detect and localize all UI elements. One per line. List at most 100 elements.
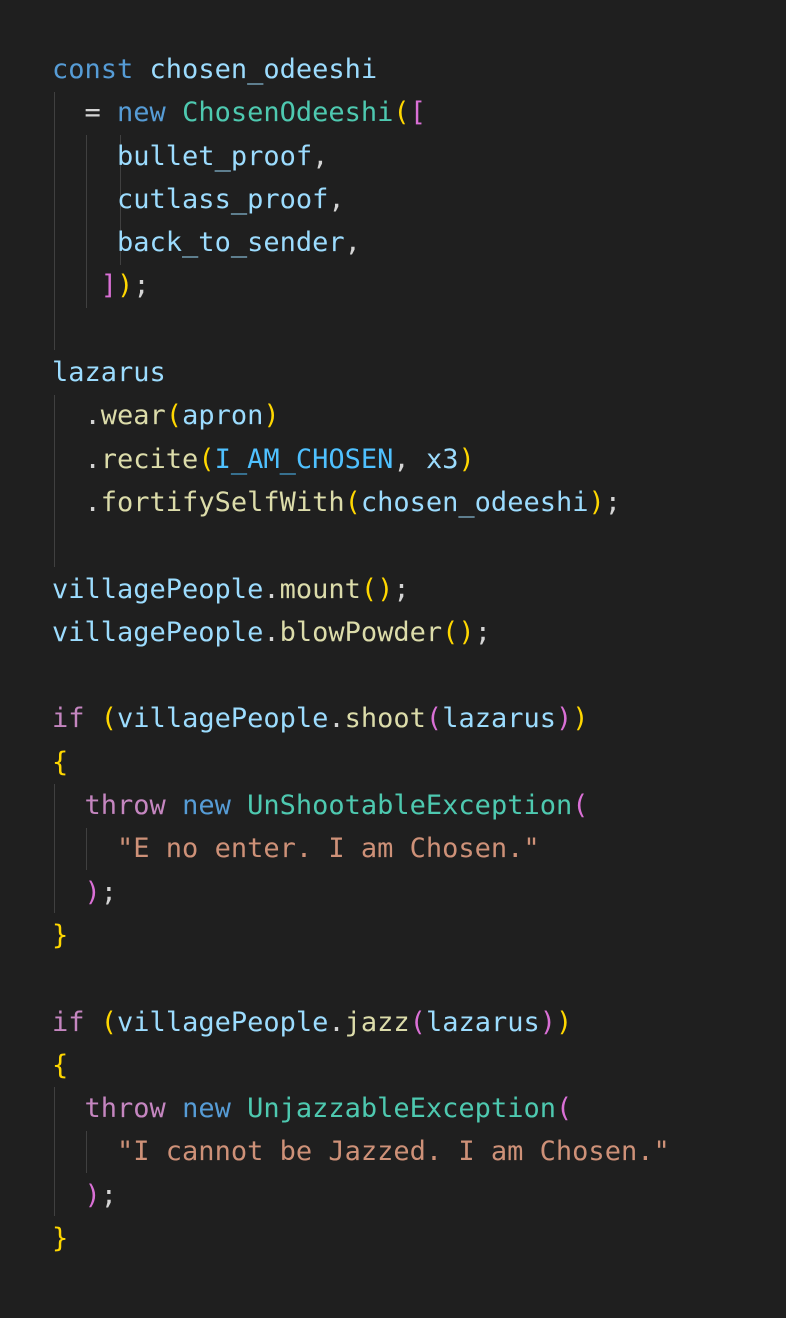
code-token: ) <box>458 443 475 475</box>
code-line[interactable]: } <box>52 914 670 957</box>
code-token: UnjazzableException <box>247 1093 556 1125</box>
code-token: { <box>52 1049 69 1081</box>
code-token: villagePeople <box>117 1006 329 1038</box>
code-line[interactable]: back_to_sender, <box>52 221 670 264</box>
code-token: . <box>263 573 280 605</box>
code-token: if <box>52 1006 85 1038</box>
code-line[interactable]: { <box>52 1044 670 1087</box>
code-token: , <box>393 443 410 475</box>
code-token: const <box>52 54 134 85</box>
code-line[interactable]: ]); <box>52 264 670 307</box>
code-token: , <box>344 227 361 259</box>
code-block[interactable]: const chosen_odeeshi = new ChosenOdeeshi… <box>52 48 670 1260</box>
code-token: lazarus <box>52 357 166 389</box>
code-line[interactable]: "E no enter. I am Chosen." <box>52 827 670 870</box>
code-token: ) <box>377 573 394 605</box>
code-token: shoot <box>344 703 426 735</box>
code-line[interactable] <box>52 524 670 567</box>
code-token: throw <box>84 1093 166 1125</box>
code-token: ; <box>100 1179 118 1211</box>
code-token: . <box>328 1006 345 1038</box>
code-token: } <box>52 1223 69 1255</box>
code-token: . <box>84 443 101 475</box>
code-line[interactable]: throw new UnShootableException( <box>52 784 670 827</box>
code-line[interactable]: .wear(apron) <box>52 394 670 437</box>
code-token: x3 <box>425 443 459 475</box>
code-line[interactable]: villagePeople.mount(); <box>52 568 670 611</box>
code-token: lazarus <box>425 1006 540 1038</box>
code-token: ; <box>604 486 621 518</box>
code-token: ) <box>84 1179 101 1211</box>
code-token: ChosenOdeeshi <box>182 97 394 129</box>
code-token: [ <box>409 97 426 129</box>
code-token: apron <box>182 400 264 432</box>
code-token: cutlass_proof <box>117 183 329 215</box>
code-token: ) <box>572 703 589 735</box>
code-token: new <box>182 790 231 822</box>
code-token: ; <box>100 876 118 908</box>
code-line[interactable]: bullet_proof, <box>52 135 670 178</box>
code-token: ) <box>458 616 475 648</box>
code-token: = <box>84 97 101 129</box>
code-line[interactable]: "I cannot be Jazzed. I am Chosen." <box>52 1130 670 1173</box>
code-token: recite <box>100 443 199 475</box>
code-line[interactable]: cutlass_proof, <box>52 178 670 221</box>
code-line[interactable]: .recite(I_AM_CHOSEN, x3) <box>52 438 670 481</box>
code-line[interactable]: } <box>52 1217 670 1260</box>
code-line[interactable]: if (villagePeople.shoot(lazarus)) <box>52 697 670 740</box>
code-line[interactable]: const chosen_odeeshi <box>52 48 670 91</box>
code-token: , <box>328 183 345 215</box>
code-line[interactable] <box>52 654 670 697</box>
code-token: "I cannot be Jazzed. I am Chosen." <box>117 1136 670 1168</box>
code-token: { <box>52 746 69 778</box>
code-line[interactable]: lazarus <box>52 351 670 394</box>
code-token: ( <box>165 400 183 432</box>
code-token: ) <box>588 486 605 518</box>
code-token: ( <box>555 1093 573 1125</box>
code-line[interactable]: ); <box>52 1174 670 1217</box>
code-editor[interactable]: const chosen_odeeshi = new ChosenOdeeshi… <box>0 0 786 1318</box>
code-line[interactable]: .fortifySelfWith(chosen_odeeshi); <box>52 481 670 524</box>
code-line[interactable]: if (villagePeople.jazz(lazarus)) <box>52 1001 670 1044</box>
code-line[interactable]: villagePeople.blowPowder(); <box>52 611 670 654</box>
code-token: lazarus <box>442 703 556 735</box>
code-line[interactable] <box>52 308 670 351</box>
code-token: if <box>52 703 85 735</box>
code-token: ( <box>198 443 215 475</box>
code-token: ; <box>474 616 491 648</box>
code-token: jazz <box>344 1006 410 1038</box>
code-token: ( <box>442 616 459 648</box>
code-line[interactable] <box>52 957 670 1000</box>
code-token: ) <box>117 270 134 302</box>
code-line[interactable]: { <box>52 741 670 784</box>
code-token: chosen_odeeshi <box>149 54 378 85</box>
code-line[interactable]: throw new UnjazzableException( <box>52 1087 670 1130</box>
code-token: ( <box>393 97 410 129</box>
code-token: ) <box>263 400 280 432</box>
code-token: ( <box>100 703 118 735</box>
code-token: villagePeople <box>52 573 264 605</box>
code-token: back_to_sender <box>117 227 345 259</box>
code-token: ; <box>133 270 150 302</box>
code-line[interactable]: = new ChosenOdeeshi([ <box>52 91 670 134</box>
code-token: throw <box>84 790 166 822</box>
code-line[interactable]: ); <box>52 871 670 914</box>
code-token: I_AM_CHOSEN <box>214 443 394 475</box>
code-token: villagePeople <box>117 703 329 735</box>
